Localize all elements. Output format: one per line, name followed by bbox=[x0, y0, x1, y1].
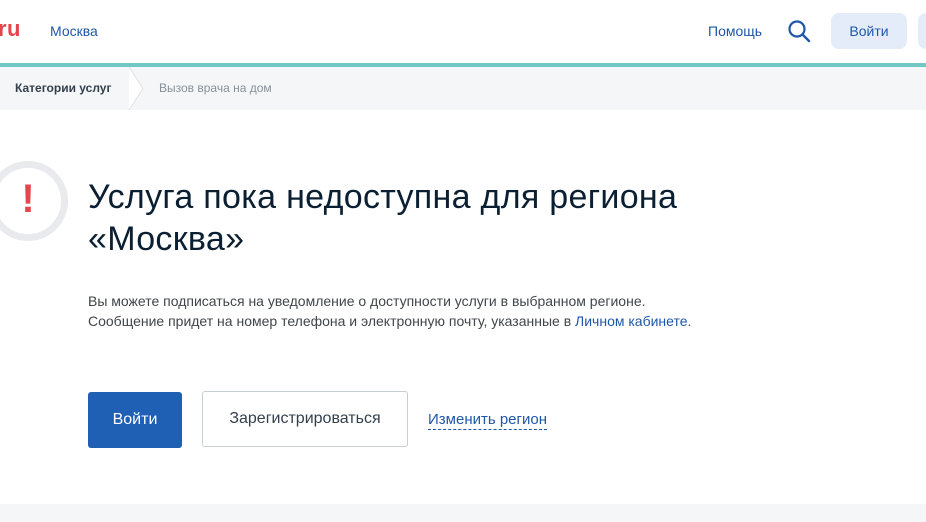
chevron-right-icon bbox=[128, 67, 144, 110]
desc-line-1: Вы можете подписаться на уведомление о д… bbox=[88, 293, 646, 309]
personal-account-link[interactable]: Личном кабинете bbox=[575, 313, 688, 329]
alert-icon: ! bbox=[0, 161, 68, 241]
login-button[interactable]: Войти bbox=[88, 392, 182, 448]
desc-end: . bbox=[687, 313, 692, 329]
desc-line-2: Сообщение придет на номер телефона и эле… bbox=[88, 313, 576, 329]
site-header: ru Москва Помощь Войти bbox=[0, 0, 926, 63]
service-description: Вы можете подписаться на уведомление о д… bbox=[88, 291, 708, 331]
breadcrumb: Категории услуг Вызов врача на дом bbox=[0, 67, 926, 110]
exclamation-icon: ! bbox=[21, 177, 35, 221]
region-link[interactable]: Москва bbox=[50, 23, 98, 39]
help-link[interactable]: Помощь bbox=[708, 23, 762, 39]
search-icon[interactable] bbox=[787, 19, 811, 43]
page-title: Услуга пока недоступна для региона «Моск… bbox=[88, 176, 788, 260]
breadcrumb-categories[interactable]: Категории услуг bbox=[15, 81, 111, 95]
site-logo[interactable]: ru bbox=[0, 16, 21, 42]
title-line-1: Услуга пока недоступна для региона bbox=[88, 178, 678, 216]
footer-strip bbox=[0, 504, 926, 522]
change-region-link[interactable]: Изменить регион bbox=[428, 411, 547, 430]
register-button[interactable]: Зарегистрироваться bbox=[202, 391, 408, 447]
breadcrumb-current: Вызов врача на дом bbox=[159, 81, 272, 95]
header-menu-button[interactable] bbox=[918, 13, 926, 49]
title-line-2: «Москва» bbox=[88, 220, 245, 258]
header-login-button[interactable]: Войти bbox=[831, 13, 907, 49]
